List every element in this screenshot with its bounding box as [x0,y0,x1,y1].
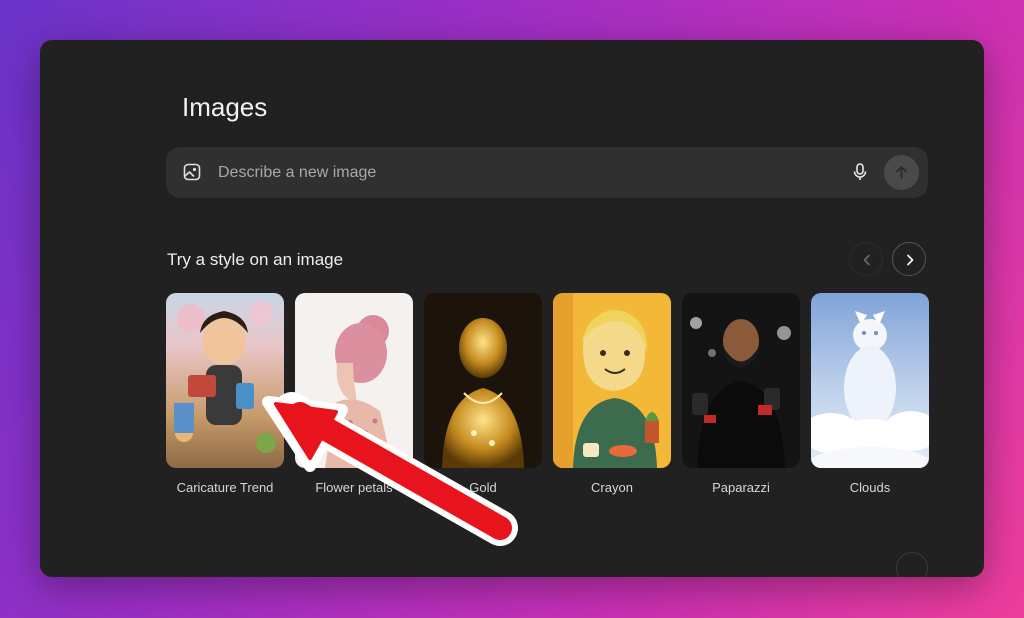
arrow-up-icon [896,166,907,179]
page-title: Images [182,92,268,122]
style-label: Crayon [591,480,633,495]
image-prompt-bar [166,147,928,198]
style-thumbnail [424,293,542,468]
chevron-right-icon [907,254,914,266]
images-panel: Images Try a style on an image [40,40,984,577]
section-title: Try a style on an image [167,250,344,269]
next-button[interactable] [892,242,926,276]
style-thumbnail [811,293,929,468]
style-label: Gold [469,480,497,495]
style-thumbnail [295,293,413,468]
style-label: Clouds [849,480,891,495]
style-label: Flower petals [315,480,393,495]
style-card-crayon[interactable]: Crayon [553,293,671,495]
microphone-icon[interactable] [850,162,870,182]
style-thumbnail [166,293,284,468]
previous-button[interactable] [849,242,883,276]
image-prompt-input[interactable] [216,159,820,187]
style-label: Caricature Trend [176,480,274,495]
style-label: Paparazzi [712,480,770,495]
style-card-gold[interactable]: Gold [424,293,542,495]
scroll-button[interactable] [896,552,928,577]
style-card-clouds[interactable]: Clouds [811,293,929,495]
chevron-left-icon [863,254,870,266]
image-icon[interactable] [183,163,201,181]
style-card-flower-petals[interactable]: Flower petals [295,293,413,495]
style-thumbnail [682,293,800,468]
style-card-caricature-trend[interactable]: Caricature Trend [166,293,284,495]
style-card-paparazzi[interactable]: Paparazzi [682,293,800,495]
send-button[interactable] [884,155,919,190]
style-thumbnail [553,293,671,468]
